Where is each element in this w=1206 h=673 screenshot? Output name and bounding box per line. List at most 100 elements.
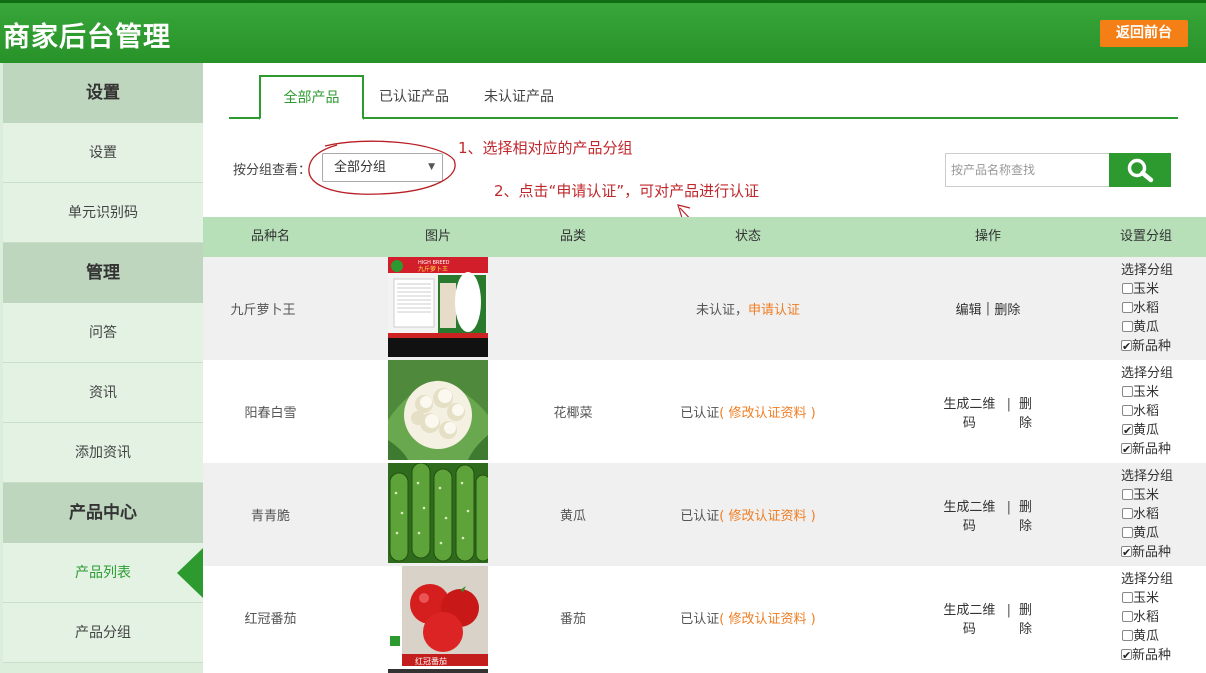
active-arrow-icon: [177, 548, 203, 598]
group-option-rice[interactable]: 水稻: [1109, 299, 1199, 318]
status-text: 已认证: [680, 406, 720, 421]
tab-uncertified-products[interactable]: 未认证产品: [474, 75, 564, 119]
generate-qrcode-link[interactable]: 生成二维码: [938, 496, 1001, 534]
checkbox[interactable]: [1122, 302, 1133, 313]
cell-action: 生成二维码 | 删除: [938, 566, 1038, 669]
sidebar-item-unit-code[interactable]: 单元识别码: [3, 183, 203, 243]
annotation-circle: [308, 140, 456, 195]
column-header-status: 状态: [734, 229, 761, 244]
status-text: 已认证: [680, 509, 720, 524]
checkbox[interactable]: [1122, 489, 1133, 500]
group-option-cucumber[interactable]: 黄瓜: [1109, 524, 1199, 543]
group-option-corn[interactable]: 玉米: [1109, 383, 1199, 402]
checkbox[interactable]: [1122, 283, 1133, 294]
top-header: 商家后台管理 返回前台: [0, 0, 1206, 63]
option-label: 玉米: [1133, 488, 1160, 503]
cell-status: 已认证( 修改认证资料 ): [673, 463, 823, 566]
table-row: 青青脆 黄瓜 已认证( 修改认证资料 ) 生成二维码 | 删除 选择分组 玉米 …: [203, 463, 1206, 566]
group-option-new-variety[interactable]: 新品种: [1109, 337, 1199, 356]
status-text: 未认证，: [695, 303, 748, 318]
checkbox[interactable]: [1122, 321, 1133, 332]
delete-link[interactable]: 删除: [1013, 393, 1038, 431]
group-option-rice[interactable]: 水稻: [1109, 505, 1199, 524]
column-header-name: 品种名: [250, 229, 290, 244]
sidebar-item-product-list[interactable]: 产品列表: [3, 543, 203, 603]
sidebar-item-add-news[interactable]: 添加资讯: [3, 423, 203, 483]
option-label: 水稻: [1133, 610, 1160, 625]
group-option-new-variety[interactable]: 新品种: [1109, 440, 1199, 459]
cell-action: 生成二维码 | 删除: [938, 463, 1038, 566]
group-select-title: 选择分组: [1121, 572, 1174, 587]
generate-qrcode-link[interactable]: 生成二维码: [938, 393, 1001, 431]
cell-status: 已认证( 修改认证资料 ): [673, 360, 823, 463]
modify-certification-link[interactable]: ( 修改认证资料 ): [719, 402, 815, 421]
column-header-action: 操作: [974, 229, 1001, 244]
option-label: 水稻: [1133, 404, 1160, 419]
column-header-image: 图片: [424, 229, 451, 244]
delete-link[interactable]: 删除: [1013, 599, 1038, 637]
search-button[interactable]: [1109, 153, 1171, 187]
option-label: 新品种: [1132, 648, 1172, 663]
group-option-corn[interactable]: 玉米: [1109, 486, 1199, 505]
sidebar-item-news[interactable]: 资讯: [3, 363, 203, 423]
option-label: 新品种: [1132, 545, 1172, 560]
search-icon: [1127, 158, 1154, 183]
option-label: 水稻: [1133, 507, 1160, 522]
back-to-frontend-button[interactable]: 返回前台: [1100, 20, 1188, 47]
sidebar-item-product-group[interactable]: 产品分组: [3, 603, 203, 663]
option-label: 黄瓜: [1133, 526, 1160, 541]
modify-certification-link[interactable]: ( 修改认证资料 ): [719, 505, 815, 524]
cell-category: 花椰菜: [553, 406, 593, 421]
cell-action: 编辑 | 删除: [955, 299, 1021, 318]
sidebar: 设置 设置 单元识别码 管理 问答 资讯 添加资讯 产品中心 产品列表 产品分组: [0, 63, 203, 673]
option-label: 水稻: [1133, 301, 1160, 316]
search-input[interactable]: 按产品名称查找: [945, 153, 1110, 187]
checkbox-checked[interactable]: [1121, 543, 1132, 562]
checkbox-checked[interactable]: [1121, 440, 1132, 459]
checkbox[interactable]: [1122, 630, 1133, 641]
group-option-cucumber[interactable]: 黄瓜: [1109, 627, 1199, 646]
table-row: 九斤萝卜王 HIGH BREED 九斤萝卜王 未认证，申请认证 编辑 | 删除: [203, 257, 1206, 360]
checkbox[interactable]: [1122, 386, 1133, 397]
checkbox[interactable]: [1122, 508, 1133, 519]
checkbox[interactable]: [1122, 405, 1133, 416]
cell-action: 生成二维码 | 删除: [938, 360, 1038, 463]
group-option-rice[interactable]: 水稻: [1109, 402, 1199, 421]
checkbox[interactable]: [1122, 611, 1133, 622]
group-select-title: 选择分组: [1121, 263, 1174, 278]
group-option-new-variety[interactable]: 新品种: [1109, 646, 1199, 665]
cell-group-select: 选择分组 玉米 水稻 黄瓜 新品种: [1109, 262, 1199, 356]
cell-category: 黄瓜: [559, 509, 586, 524]
cell-status: 未认证， 申请认证: [673, 257, 823, 360]
checkbox-checked[interactable]: [1122, 421, 1133, 440]
group-option-corn[interactable]: 玉米: [1109, 589, 1199, 608]
delete-link[interactable]: 删除: [994, 299, 1020, 318]
sidebar-item-settings[interactable]: 设置: [3, 123, 203, 183]
group-option-corn[interactable]: 玉米: [1109, 280, 1199, 299]
option-label: 玉米: [1133, 385, 1160, 400]
column-header-category: 品类: [559, 229, 586, 244]
group-option-cucumber[interactable]: 黄瓜: [1109, 421, 1199, 440]
sidebar-item-qa[interactable]: 问答: [3, 303, 203, 363]
tomato-pack-name-text: 红冠番茄: [415, 656, 447, 666]
delete-link[interactable]: 删除: [1013, 496, 1038, 534]
tab-certified-products[interactable]: 已认证产品: [369, 75, 459, 119]
generate-qrcode-link[interactable]: 生成二维码: [938, 599, 1001, 637]
group-option-new-variety[interactable]: 新品种: [1109, 543, 1199, 562]
table-header: 品种名 图片 品类 状态 操作 设置分组: [203, 217, 1206, 257]
table-row: 红冠番茄 红冠番茄 番茄 已认证( 修改认证资料 ) 生成二维码 | 删除 选择…: [203, 566, 1206, 669]
group-option-cucumber[interactable]: 黄瓜: [1109, 318, 1199, 337]
checkbox-checked[interactable]: [1121, 646, 1132, 665]
sidebar-section-settings: 设置: [3, 63, 203, 123]
sidebar-section-products: 产品中心: [3, 483, 203, 543]
modify-certification-link[interactable]: ( 修改认证资料 ): [719, 608, 815, 627]
checkbox-checked[interactable]: [1121, 337, 1132, 356]
group-option-rice[interactable]: 水稻: [1109, 608, 1199, 627]
product-image-cauliflower: [388, 360, 488, 460]
checkbox[interactable]: [1122, 592, 1133, 603]
apply-certification-link[interactable]: 申请认证: [748, 299, 800, 318]
cell-status: 已认证( 修改认证资料 ): [673, 566, 823, 669]
tab-all-products[interactable]: 全部产品: [259, 75, 364, 120]
checkbox[interactable]: [1122, 527, 1133, 538]
edit-link[interactable]: 编辑: [956, 299, 982, 318]
